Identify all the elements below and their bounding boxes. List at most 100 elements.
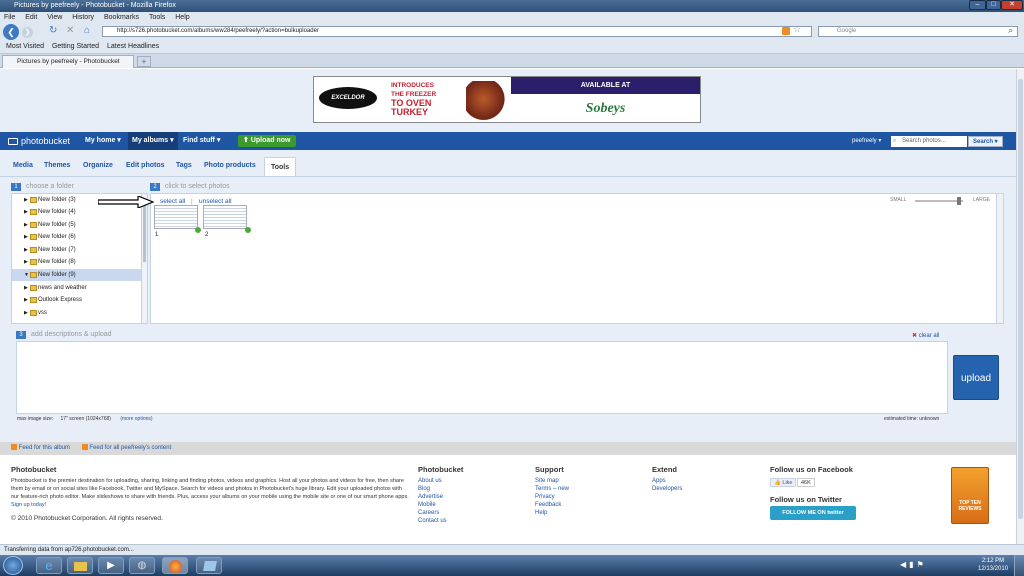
nav-my-albums[interactable]: My albums ▾ [128,132,178,150]
photobucket-logo[interactable]: photobucket [8,132,70,150]
max-size-value[interactable]: 17" screen (1024x768) [61,416,111,422]
facebook-like-button[interactable]: 👍 Like [770,478,797,487]
footer-link[interactable]: Careers [418,509,439,517]
tray-network-icon[interactable]: ▮ [909,560,916,569]
taskbar-app2-icon[interactable] [196,557,222,574]
taskbar-ie-icon[interactable]: e [36,557,62,574]
expand-arrow-icon[interactable]: ▶ [24,282,28,294]
nav-find-stuff[interactable]: Find stuff ▾ [183,132,220,150]
bookmark-getting-started[interactable]: Getting Started [52,43,99,50]
clock[interactable]: 2:12 PM 12/13/2010 [978,557,1008,573]
menu-help[interactable]: Help [175,14,189,21]
upload-button[interactable]: upload [953,355,999,400]
star-icon[interactable]: ☆ [793,24,801,35]
tab-tags[interactable]: Tags [176,162,192,169]
footer-link[interactable]: Mobile [418,501,436,509]
minimize-button[interactable]: – [969,0,986,10]
footer-link[interactable]: Developers [652,485,682,493]
bookmark-most-visited[interactable]: Most Visited [6,43,44,50]
ad-banner[interactable]: EXCELDOR INTRODUCES THE FREEZER TO OVEN … [313,76,701,123]
folder-item[interactable]: ▶ New folder (6) [12,231,142,243]
user-menu[interactable]: peefreely ▾ [852,132,881,150]
taskbar-explorer-icon[interactable] [67,557,93,574]
folder-item[interactable]: ▶ vss [12,307,142,319]
tab-organize[interactable]: Organize [83,162,113,169]
tab-edit-photos[interactable]: Edit photos [126,162,165,169]
back-button[interactable]: ❮ [3,24,19,40]
feed-album-link[interactable]: Feed for this album [19,445,70,451]
folder-item-selected[interactable]: ▼ New folder (9) [12,269,142,281]
pb-search-input[interactable]: ⌕ Search photos... [891,136,967,147]
maximize-button[interactable]: □ [986,0,1001,10]
footer-link[interactable]: Privacy [535,493,555,501]
tray-volume-icon[interactable]: ◀ [900,560,909,569]
folder-scrollbar-thumb[interactable] [143,202,146,262]
taskbar-app-icon[interactable]: ◍ [129,557,155,574]
slider-handle[interactable] [957,197,961,205]
stop-icon[interactable]: ✕ [66,25,74,36]
expand-arrow-icon[interactable]: ▶ [24,294,28,306]
tray-flag-icon[interactable]: ⚑ [917,560,927,569]
search-icon[interactable]: ⌕ [1008,25,1013,36]
menu-tools[interactable]: Tools [149,14,165,21]
footer-link[interactable]: Terms – new [535,485,569,493]
feed-all-link[interactable]: Feed for all peefreely's content [89,445,171,451]
expand-arrow-icon[interactable]: ▶ [24,206,28,218]
more-options-link[interactable]: (more options) [120,416,152,422]
footer-link[interactable]: Apps [652,477,666,485]
nav-my-home[interactable]: My home ▾ [85,132,121,150]
tab-media[interactable]: Media [13,162,33,169]
new-tab-button[interactable]: + [137,56,151,67]
page-scrollbar[interactable] [1016,69,1024,544]
web-search-input[interactable]: Google [818,26,1018,37]
footer-link[interactable]: Blog [418,485,430,493]
expand-arrow-icon[interactable]: ▶ [24,244,28,256]
footer-link[interactable]: About us [418,477,442,485]
start-button[interactable] [3,556,23,575]
expand-arrow-icon[interactable]: ▶ [24,231,28,243]
url-bar[interactable]: http://s726.photobucket.com/albums/ww284… [102,26,812,37]
select-all-link[interactable]: select all [160,198,185,205]
menu-file[interactable]: File [4,14,15,21]
pb-search-button[interactable]: Search ▾ [968,136,1003,147]
expand-arrow-icon[interactable]: ▶ [24,256,28,268]
scrollbar-thumb[interactable] [1018,79,1023,519]
folder-scrollbar[interactable] [141,194,147,323]
collapse-arrow-icon[interactable]: ▼ [24,269,29,281]
menu-view[interactable]: View [47,14,62,21]
tab-photo-products[interactable]: Photo products [204,162,256,169]
close-button[interactable]: ✕ [1001,0,1023,10]
upload-now-button[interactable]: ⬆ Upload now [238,135,296,147]
footer-link[interactable]: Advertise [418,493,443,501]
menu-history[interactable]: History [72,14,94,21]
twitter-follow-button[interactable]: FOLLOW ME ON twitter [770,506,856,520]
home-icon[interactable]: ⌂ [84,25,90,36]
folder-item[interactable]: ▶ New folder (8) [12,256,142,268]
thumbnail-size-slider[interactable] [915,197,963,205]
rss-icon[interactable] [782,27,790,35]
footer-link[interactable]: Site map [535,477,559,485]
tab-tools[interactable]: Tools [264,157,297,176]
expand-arrow-icon[interactable]: ▶ [24,307,28,319]
thumbnail-2[interactable] [203,205,247,229]
folder-item[interactable]: ▶ New folder (5) [12,219,142,231]
footer-link[interactable]: Feedback [535,501,561,509]
folder-item[interactable]: ▶ news and weather [12,282,142,294]
expand-arrow-icon[interactable]: ▶ [24,194,28,206]
show-desktop-button[interactable] [1014,555,1024,576]
forward-button[interactable]: ❯ [22,27,33,38]
footer-link[interactable]: Help [535,509,547,517]
expand-arrow-icon[interactable]: ▶ [24,219,28,231]
unselect-all-link[interactable]: unselect all [199,198,232,205]
thumbnail-1[interactable] [154,205,198,229]
taskbar-firefox-icon[interactable] [162,557,188,574]
taskbar-media-icon[interactable]: ▶ [98,557,124,574]
bookmark-latest-headlines[interactable]: Latest Headlines [107,43,159,50]
menu-edit[interactable]: Edit [25,14,37,21]
signup-link[interactable]: Sign up today! [11,502,46,508]
folder-item[interactable]: ▶ New folder (7) [12,244,142,256]
clear-all-link[interactable]: ✖ clear all [912,332,939,339]
browser-tab[interactable]: Pictures by peefreely - Photobucket [2,55,134,68]
footer-link[interactable]: Contact us [418,517,447,525]
menu-bookmarks[interactable]: Bookmarks [104,14,139,21]
